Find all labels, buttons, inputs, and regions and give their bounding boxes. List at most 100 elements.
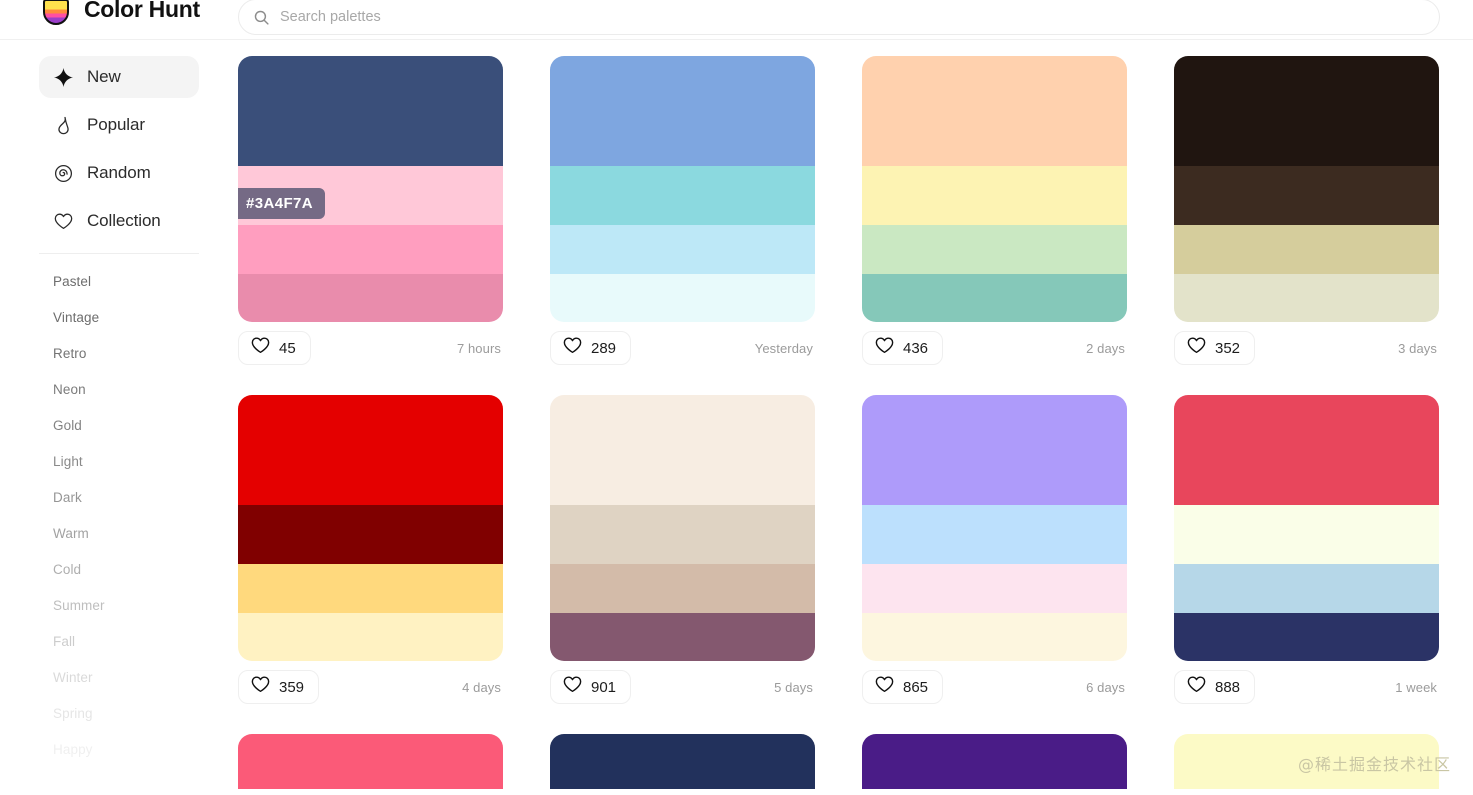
sidebar-tag-neon[interactable]: Neon <box>0 372 238 408</box>
palette-swatches[interactable] <box>862 56 1127 322</box>
sidebar-tag-list: Pastel Vintage Retro Neon Gold Light Dar… <box>0 254 238 768</box>
search-input[interactable] <box>280 9 1425 25</box>
palette-swatch-3[interactable] <box>1174 273 1439 322</box>
palette-swatch-0[interactable] <box>550 734 815 789</box>
sidebar-tag-cold[interactable]: Cold <box>0 552 238 588</box>
palette-card[interactable]: 289 Yesterday <box>550 56 815 374</box>
palette-swatches[interactable] <box>1174 734 1439 789</box>
palette-card[interactable]: 901 5 days <box>550 395 815 713</box>
palette-swatch-3[interactable] <box>238 273 503 322</box>
palette-card[interactable]: 888 1 week <box>1174 395 1439 713</box>
palette-swatch-3[interactable] <box>550 612 815 661</box>
sidebar-tag-summer[interactable]: Summer <box>0 588 238 624</box>
sidebar-tag-retro[interactable]: Retro <box>0 336 238 372</box>
like-button[interactable]: 901 <box>550 670 632 704</box>
palette-card[interactable]: #3A4F7A 45 7 hours <box>238 56 503 374</box>
palette-swatch-3[interactable] <box>862 612 1127 661</box>
palette-swatch-0[interactable] <box>550 395 815 506</box>
palette-swatch-0[interactable] <box>1174 56 1439 167</box>
palette-swatch-2[interactable] <box>550 564 815 613</box>
palette-card[interactable]: 436 2 days <box>862 56 1127 374</box>
sidebar-item-random[interactable]: Random <box>39 152 199 194</box>
sidebar-item-popular[interactable]: Popular <box>39 104 199 146</box>
palette-swatch-0[interactable] <box>862 395 1127 506</box>
brand-logo[interactable]: Color Hunt <box>40 0 200 26</box>
palette-swatch-2[interactable] <box>1174 564 1439 613</box>
palette-swatch-2[interactable] <box>1174 225 1439 274</box>
palette-card[interactable] <box>238 734 503 789</box>
palette-swatch-1[interactable] <box>862 505 1127 565</box>
palette-swatch-2[interactable] <box>550 225 815 274</box>
palette-swatch-3[interactable] <box>550 273 815 322</box>
palette-swatch-2[interactable] <box>238 564 503 613</box>
palette-swatch-1[interactable] <box>550 166 815 226</box>
sidebar-item-label: Random <box>87 163 151 182</box>
sidebar-tag-gold[interactable]: Gold <box>0 408 238 444</box>
palette-swatch-3[interactable] <box>862 273 1127 322</box>
like-count: 901 <box>591 678 617 696</box>
palette-swatch-0[interactable] <box>238 395 503 506</box>
palette-swatch-2[interactable] <box>238 225 503 274</box>
sidebar-tag-fall[interactable]: Fall <box>0 624 238 660</box>
palette-swatches[interactable] <box>550 56 815 322</box>
palette-card[interactable] <box>862 734 1127 789</box>
palette-swatch-1[interactable] <box>1174 505 1439 565</box>
sidebar-tag-winter[interactable]: Winter <box>0 660 238 696</box>
palette-timestamp: 7 hours <box>456 340 501 356</box>
like-button[interactable]: 888 <box>1174 670 1256 704</box>
palette-swatch-0[interactable] <box>1174 734 1439 789</box>
palette-swatch-3[interactable] <box>1174 612 1439 661</box>
palette-swatch-1[interactable] <box>862 166 1127 226</box>
sidebar-tag-vintage[interactable]: Vintage <box>0 300 238 336</box>
like-button[interactable]: 865 <box>862 670 944 704</box>
sparkle-icon <box>53 67 73 87</box>
palette-swatch-0[interactable] <box>1174 395 1439 506</box>
palette-swatches[interactable] <box>1174 56 1439 322</box>
palette-card[interactable] <box>550 734 815 789</box>
palette-card[interactable]: 865 6 days <box>862 395 1127 713</box>
sidebar-item-collection[interactable]: Collection <box>39 200 199 242</box>
palette-swatches[interactable] <box>862 734 1127 789</box>
palette-card-footer: 901 5 days <box>550 661 815 713</box>
palette-swatches[interactable] <box>550 734 815 789</box>
like-button[interactable]: 45 <box>238 331 311 365</box>
like-count: 45 <box>279 339 296 357</box>
sidebar-tag-warm[interactable]: Warm <box>0 516 238 552</box>
palette-swatch-0[interactable] <box>238 56 503 167</box>
palette-card[interactable] <box>1174 734 1439 789</box>
palette-swatches[interactable] <box>238 734 503 789</box>
sidebar-tag-light[interactable]: Light <box>0 444 238 480</box>
palette-swatches[interactable] <box>1174 395 1439 661</box>
palette-card[interactable]: 359 4 days <box>238 395 503 713</box>
palette-swatch-3[interactable] <box>238 612 503 661</box>
heart-icon <box>875 676 894 698</box>
palette-grid: #3A4F7A 45 7 hours 289 Yesterday 436 2 days 352… <box>238 41 1473 789</box>
like-button[interactable]: 436 <box>862 331 944 365</box>
palette-swatch-2[interactable] <box>862 564 1127 613</box>
palette-card[interactable]: 352 3 days <box>1174 56 1439 374</box>
sidebar-tag-pastel[interactable]: Pastel <box>0 264 238 300</box>
like-button[interactable]: 352 <box>1174 331 1256 365</box>
palette-swatch-0[interactable] <box>550 56 815 167</box>
palette-swatch-2[interactable] <box>862 225 1127 274</box>
palette-swatch-1[interactable] <box>550 505 815 565</box>
sidebar-item-new[interactable]: New <box>39 56 199 98</box>
sidebar-tag-happy[interactable]: Happy <box>0 732 238 768</box>
palette-swatches[interactable] <box>238 395 503 661</box>
palette-swatches[interactable] <box>862 395 1127 661</box>
palette-swatches[interactable]: #3A4F7A <box>238 56 503 322</box>
palette-swatch-0[interactable] <box>862 56 1127 167</box>
heart-icon <box>875 337 894 359</box>
like-count: 865 <box>903 678 929 696</box>
like-button[interactable]: 289 <box>550 331 632 365</box>
palette-swatch-0[interactable] <box>862 734 1127 789</box>
like-button[interactable]: 359 <box>238 670 320 704</box>
sidebar-tag-dark[interactable]: Dark <box>0 480 238 516</box>
sidebar-tag-spring[interactable]: Spring <box>0 696 238 732</box>
palette-swatch-1[interactable] <box>238 505 503 565</box>
hex-code-badge[interactable]: #3A4F7A <box>238 188 325 219</box>
search-bar[interactable] <box>238 0 1440 35</box>
palette-swatch-0[interactable] <box>238 734 503 789</box>
palette-swatches[interactable] <box>550 395 815 661</box>
palette-swatch-1[interactable] <box>1174 166 1439 226</box>
